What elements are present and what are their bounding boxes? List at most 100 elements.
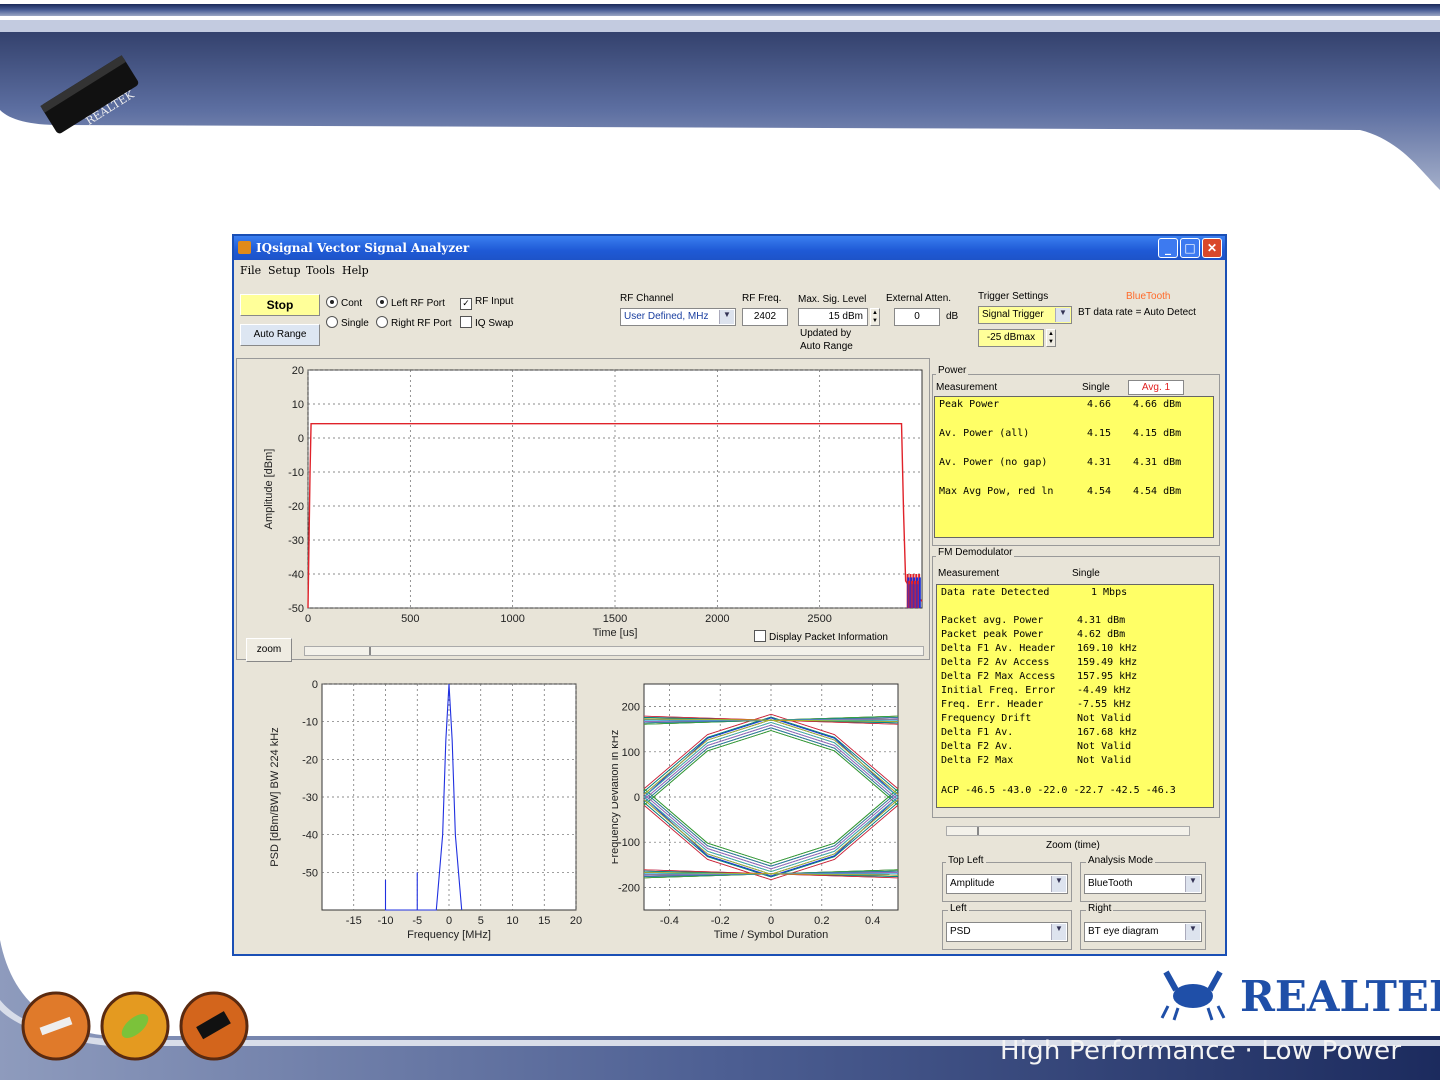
trigger-level-input[interactable]: -25 dBmax xyxy=(978,329,1044,347)
minimize-icon[interactable]: _ xyxy=(1158,238,1178,258)
fm-row-name: Frequency Drift xyxy=(941,713,1032,724)
fm-row-value: 167.68 kHz xyxy=(1077,727,1138,738)
left-plot-select[interactable]: PSD ▼ xyxy=(946,922,1068,942)
y-tick-label: -30 xyxy=(302,792,318,804)
menu-help[interactable]: Help xyxy=(342,264,369,277)
x-tick-label: -5 xyxy=(412,915,422,927)
max-sig-level-label: Max. Sig. Level xyxy=(798,294,867,305)
rf-input-checkbox[interactable]: ✓ RF Input xyxy=(460,296,513,310)
x-tick-label: 2000 xyxy=(705,613,729,625)
max-sig-level-input[interactable]: 15 dBm xyxy=(798,308,868,326)
right-plot-select[interactable]: BT eye diagram ▼ xyxy=(1084,922,1202,942)
iq-swap-checkbox[interactable]: IQ Swap xyxy=(460,316,513,329)
fm-panel-title: FM Demodulator xyxy=(936,547,1015,558)
rf-freq-input[interactable]: 2402 xyxy=(742,308,788,326)
menu-file[interactable]: File xyxy=(240,264,261,277)
fm-single-label: Single xyxy=(1072,568,1100,579)
time-scrollbar[interactable] xyxy=(304,646,924,656)
rf-channel-select[interactable]: User Defined, MHz ▼ xyxy=(620,308,736,326)
external-atten-input[interactable]: 0 xyxy=(894,308,940,326)
x-tick-label: 2500 xyxy=(807,613,831,625)
chip-logo-icon: REALTEK xyxy=(40,55,139,134)
power-row-single: 4.15 xyxy=(1087,428,1112,439)
y-tick-label: -40 xyxy=(302,830,318,842)
x-tick-label: 500 xyxy=(401,613,419,625)
x-tick-label: -10 xyxy=(378,915,394,927)
tagline: High Performance · Low Power xyxy=(1000,1036,1402,1066)
fm-row-name: Freq. Err. Header xyxy=(941,699,1044,710)
chevron-down-icon: ▼ xyxy=(1185,876,1200,892)
analysis-mode-select[interactable]: BlueTooth ▼ xyxy=(1084,874,1202,894)
menu-tools[interactable]: Tools xyxy=(306,264,335,277)
fm-row-value: 157.95 kHz xyxy=(1077,671,1138,682)
top-left-select[interactable]: Amplitude ▼ xyxy=(946,874,1068,894)
y-tick-label: -50 xyxy=(288,603,304,615)
bluetooth-label: BlueTooth xyxy=(1126,291,1171,302)
cont-radio[interactable]: Cont xyxy=(326,296,362,309)
x-tick-label: 0 xyxy=(305,613,311,625)
power-measurement-label: Measurement xyxy=(936,382,998,393)
y-tick-label: -30 xyxy=(288,535,304,547)
fm-acp: ACP -46.5 -43.0 -22.0 -22.7 -42.5 -46.3 xyxy=(941,785,1176,796)
auto-range-button[interactable]: Auto Range xyxy=(240,324,320,346)
power-avg-input[interactable]: Avg. 1 xyxy=(1128,380,1184,395)
display-packet-checkbox[interactable]: Display Packet Information xyxy=(754,630,888,643)
y-tick-label: -20 xyxy=(288,501,304,513)
maximize-icon[interactable]: □ xyxy=(1180,238,1200,258)
left-rf-port-radio[interactable]: Left RF Port xyxy=(376,296,445,309)
rf-channel-label: RF Channel xyxy=(620,293,674,304)
fm-row-value: -7.55 kHz xyxy=(1077,699,1132,710)
fm-row-name: Delta F1 Av. xyxy=(941,727,1014,738)
fm-row-value: 159.49 kHz xyxy=(1077,657,1138,668)
menu-setup[interactable]: Setup xyxy=(268,264,301,277)
analysis-mode-label: Analysis Mode xyxy=(1086,855,1156,866)
trigger-settings-label: Trigger Settings xyxy=(978,291,1049,302)
power-row-name: Av. Power (no gap) xyxy=(939,457,1048,468)
y-tick-label: -10 xyxy=(302,717,318,729)
y-axis-label: Frequency Deviation in kHz xyxy=(612,730,621,865)
power-single-label: Single xyxy=(1082,382,1110,393)
x-tick-label: 1000 xyxy=(500,613,524,625)
power-row-avg: 4.54 dBm xyxy=(1133,486,1182,497)
fm-row-name: Delta F2 Max xyxy=(941,755,1014,766)
updated-by-value: Auto Range xyxy=(800,341,853,352)
fm-row-name: Delta F2 Av. xyxy=(941,741,1014,752)
chevron-down-icon: ▼ xyxy=(1185,924,1200,940)
bt-data-rate-label: BT data rate = Auto Detect xyxy=(1078,307,1196,318)
fm-row-name: Delta F2 Max Access xyxy=(941,671,1056,682)
y-tick-label: -200 xyxy=(618,882,640,894)
fm-row-value: 169.10 kHz xyxy=(1077,643,1138,654)
y-tick-label: -100 xyxy=(618,837,640,849)
trigger-level-spinner[interactable]: ▲ ▼ xyxy=(1046,329,1056,347)
y-tick-label: -40 xyxy=(288,569,304,581)
trigger-select[interactable]: Signal Trigger ▼ xyxy=(978,306,1072,324)
y-axis-label: PSD [dBm/BW] BW 224 kHz xyxy=(269,727,281,866)
rf-freq-label: RF Freq. xyxy=(742,293,782,304)
zoom-button[interactable]: zoom xyxy=(246,638,292,662)
x-axis-label: Time / Symbol Duration xyxy=(714,929,829,941)
zoom-time-scrollbar[interactable] xyxy=(946,826,1190,836)
bottom-icons xyxy=(21,991,249,1061)
chevron-down-icon: ▼ xyxy=(1051,876,1066,892)
x-tick-label: 15 xyxy=(538,915,550,927)
y-axis-label: Amplitude [dBm] xyxy=(263,449,275,530)
fm-row-value: -4.49 kHz xyxy=(1077,685,1132,696)
close-icon[interactable]: ✕ xyxy=(1202,238,1222,258)
x-tick-label: 20 xyxy=(570,915,582,927)
app-icon xyxy=(238,241,251,254)
stop-button[interactable]: Stop xyxy=(240,294,320,316)
fm-results-box: Data rate Detected 1 Mbps Packet avg. Po… xyxy=(936,584,1214,808)
right-rf-port-radio[interactable]: Right RF Port xyxy=(376,316,452,329)
amplitude-chart: 0 500 1000 1500 2000 2500 20 10 0 -10 -20 -30 -40 -50… xyxy=(263,365,923,639)
power-row-name: Max Avg Pow, red ln xyxy=(939,486,1054,497)
x-tick-label: 5 xyxy=(478,915,484,927)
single-radio[interactable]: Single xyxy=(326,316,369,329)
y-tick-label: -10 xyxy=(288,467,304,479)
max-sig-spinner[interactable]: ▲ ▼ xyxy=(870,308,880,326)
y-tick-label: 0 xyxy=(312,679,318,691)
realtek-crab-icon xyxy=(1160,970,1226,1021)
x-tick-label: 0 xyxy=(446,915,452,927)
external-atten-label: External Atten. xyxy=(886,293,952,304)
updated-by-label: Updated by xyxy=(800,328,852,339)
power-row-avg: 4.31 dBm xyxy=(1133,457,1182,468)
